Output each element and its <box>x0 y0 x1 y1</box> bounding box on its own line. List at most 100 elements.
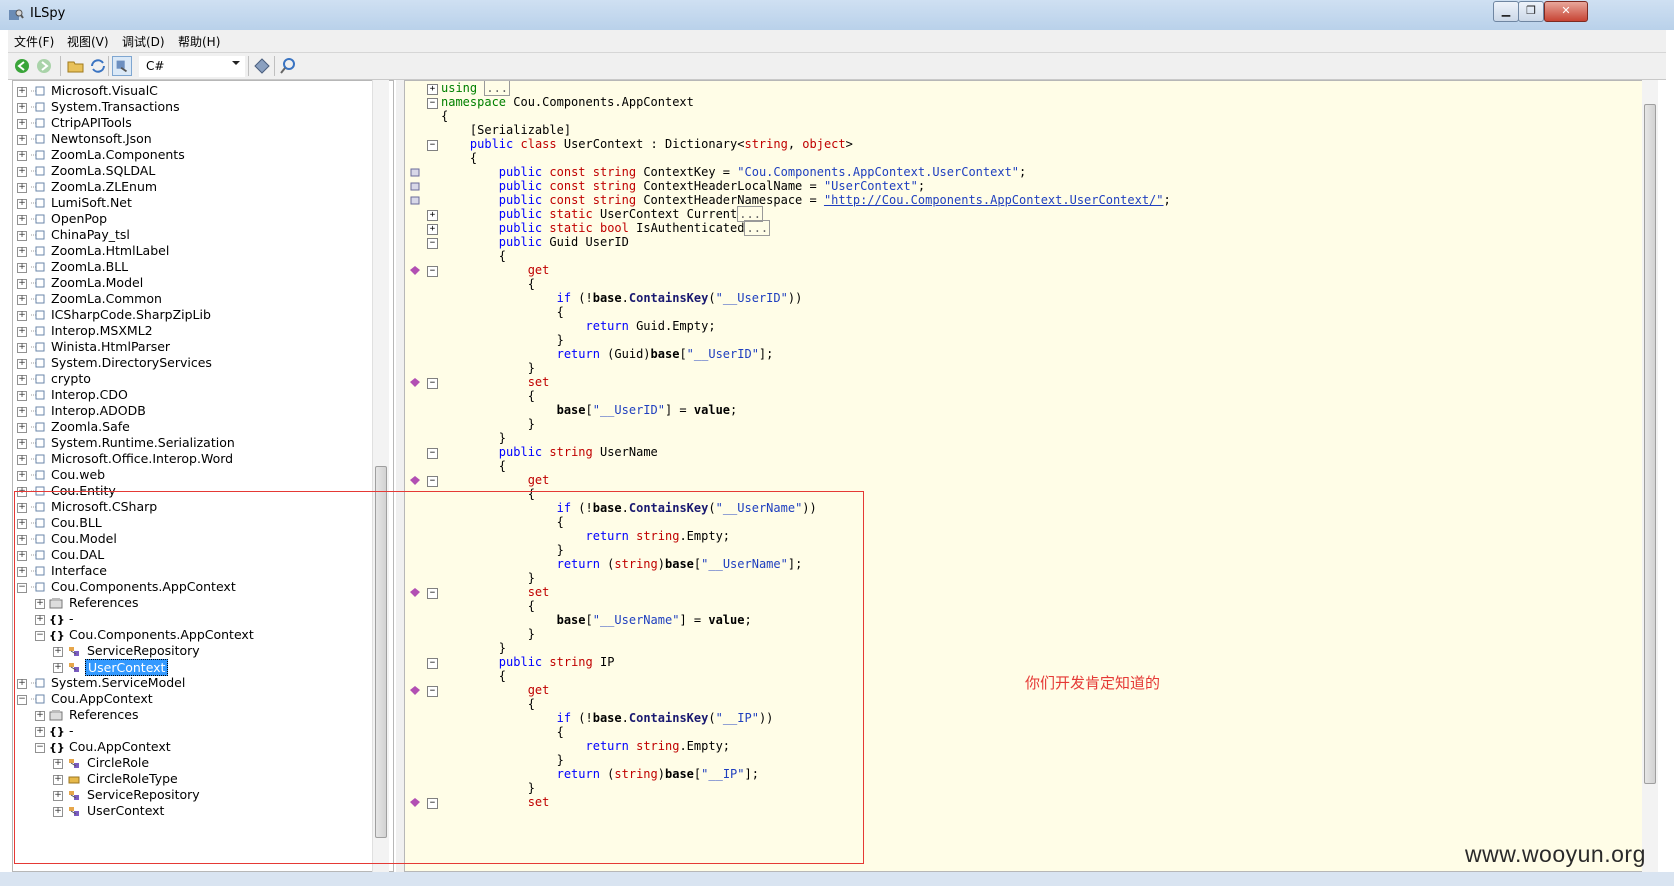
code-view[interactable]: + − − + + − − − − − − − − − using ... na… <box>404 80 1658 872</box>
tree-item[interactable]: + Interop.ADODB <box>13 403 383 420</box>
collapse-icon[interactable]: − <box>35 743 45 753</box>
tree-scrollbar[interactable] <box>372 80 389 872</box>
tree-item[interactable]: −{} Cou.AppContext <box>13 739 383 756</box>
expand-icon[interactable]: + <box>53 663 63 673</box>
back-icon[interactable] <box>12 56 32 76</box>
tree-item[interactable]: + ChinaPay_tsl <box>13 227 383 244</box>
expand-icon[interactable]: + <box>53 791 63 801</box>
expand-icon[interactable]: + <box>17 199 27 209</box>
tree-item[interactable]: + System.Runtime.Serialization <box>13 435 383 452</box>
tree-item[interactable]: + CtripAPITools <box>13 115 383 132</box>
collapse-icon[interactable]: − <box>427 140 438 151</box>
collapse-icon[interactable]: − <box>427 798 438 809</box>
scrollbar-thumb[interactable] <box>1644 104 1656 784</box>
tree-item[interactable]: + ZoomLa.Model <box>13 275 383 292</box>
tree-item[interactable]: + LumiSoft.Net <box>13 195 383 212</box>
tree-item[interactable]: + References <box>13 595 383 612</box>
expand-icon[interactable]: + <box>17 439 27 449</box>
collapse-icon[interactable]: − <box>427 686 438 697</box>
tree-item[interactable]: − Cou.Components.AppContext <box>13 579 383 596</box>
expand-icon[interactable]: + <box>17 103 27 113</box>
expand-icon[interactable]: + <box>17 279 27 289</box>
expand-icon[interactable]: + <box>17 679 27 689</box>
menu-file[interactable]: 文件(F) <box>14 33 54 50</box>
collapse-icon[interactable]: − <box>427 98 438 109</box>
tree-item[interactable]: + {} - <box>13 611 383 628</box>
tree-item[interactable]: + Cou.Model <box>13 531 383 548</box>
expand-icon[interactable]: + <box>17 455 27 465</box>
show-internal-icon[interactable] <box>112 56 132 76</box>
tree-item[interactable]: + Cou.DAL <box>13 547 383 564</box>
tree-item[interactable]: + OpenPop <box>13 211 383 228</box>
expand-icon[interactable]: + <box>17 503 27 513</box>
expand-icon[interactable]: + <box>17 231 27 241</box>
expand-icon[interactable]: + <box>17 359 27 369</box>
expand-icon[interactable]: + <box>17 87 27 97</box>
expand-icon[interactable]: + <box>35 727 45 737</box>
collapse-icon[interactable]: − <box>427 476 438 487</box>
tree-item[interactable]: + Interop.MSXML2 <box>13 323 383 340</box>
expand-icon[interactable]: + <box>17 311 27 321</box>
tree-item[interactable]: + Interop.CDO <box>13 387 383 404</box>
tree-item[interactable]: + Winista.HtmlParser <box>13 339 383 356</box>
menu-help[interactable]: 帮助(H) <box>178 33 220 50</box>
tree-item[interactable]: + ZoomLa.HtmlLabel <box>13 243 383 260</box>
assembly-tree[interactable]: + Microsoft.VisualC + System.Transactions … <box>12 80 394 872</box>
tree-item-selected[interactable]: + UserContext <box>13 659 383 676</box>
reload-icon[interactable] <box>88 56 108 76</box>
tree-item[interactable]: + ServiceRepository <box>13 787 383 804</box>
tree-item[interactable]: −{} Cou.Components.AppContext <box>13 627 383 644</box>
expand-icon[interactable]: + <box>53 647 63 657</box>
manage-assemblies-icon[interactable] <box>252 56 272 76</box>
tree-item[interactable]: + System.DirectoryServices <box>13 355 383 372</box>
tree-item[interactable]: + ZoomLa.SQLDAL <box>13 163 383 180</box>
expand-icon[interactable]: + <box>35 711 45 721</box>
menu-debug[interactable]: 调试(D) <box>122 33 165 50</box>
expand-icon[interactable]: + <box>17 151 27 161</box>
tree-item[interactable]: + UserContext <box>13 803 383 820</box>
search-icon[interactable] <box>278 56 298 76</box>
collapse-icon[interactable]: − <box>17 695 27 705</box>
expand-icon[interactable]: + <box>17 391 27 401</box>
tree-item[interactable]: + CircleRoleType <box>13 771 383 788</box>
expand-icon[interactable]: + <box>17 327 27 337</box>
tree-item[interactable]: − Cou.AppContext <box>13 691 383 708</box>
tree-item[interactable]: + ICSharpCode.SharpZipLib <box>13 307 383 324</box>
collapsed-region[interactable]: ... <box>744 220 771 236</box>
expand-icon[interactable]: + <box>17 375 27 385</box>
collapse-icon[interactable]: − <box>427 448 438 459</box>
expand-icon[interactable]: + <box>427 84 438 95</box>
tree-item[interactable]: + Newtonsoft.Json <box>13 131 383 148</box>
tree-item[interactable]: + ZoomLa.Common <box>13 291 383 308</box>
tree-item[interactable]: + ServiceRepository <box>13 643 383 660</box>
scrollbar-thumb[interactable] <box>375 466 387 838</box>
menu-view[interactable]: 视图(V) <box>67 33 109 50</box>
forward-icon[interactable] <box>34 56 54 76</box>
tree-item[interactable]: + Microsoft.CSharp <box>13 499 383 516</box>
expand-icon[interactable]: + <box>427 224 438 235</box>
expand-icon[interactable]: + <box>17 423 27 433</box>
expand-icon[interactable]: + <box>53 759 63 769</box>
tree-item[interactable]: + References <box>13 707 383 724</box>
collapse-icon[interactable]: − <box>427 378 438 389</box>
expand-icon[interactable]: + <box>17 135 27 145</box>
code-scrollbar[interactable] <box>1642 80 1658 872</box>
url-link[interactable]: "http://Cou.Components.AppContext.UserCo… <box>824 193 1164 207</box>
expand-icon[interactable]: + <box>17 183 27 193</box>
expand-icon[interactable]: + <box>17 215 27 225</box>
expand-icon[interactable]: + <box>427 210 438 221</box>
tree-item[interactable]: + crypto <box>13 371 383 388</box>
tree-item[interactable]: + ZoomLa.BLL <box>13 259 383 276</box>
collapse-icon[interactable]: − <box>427 658 438 669</box>
expand-icon[interactable]: + <box>17 247 27 257</box>
expand-icon[interactable]: + <box>35 615 45 625</box>
collapse-icon[interactable]: − <box>427 238 438 249</box>
maximize-button[interactable]: ❐ <box>1518 1 1544 22</box>
expand-icon[interactable]: + <box>17 295 27 305</box>
tree-item[interactable]: + CircleRole <box>13 755 383 772</box>
open-icon[interactable] <box>66 56 86 76</box>
collapse-icon[interactable]: − <box>427 588 438 599</box>
collapse-icon[interactable]: − <box>427 266 438 277</box>
pane-splitter[interactable] <box>396 80 404 872</box>
expand-icon[interactable]: + <box>17 263 27 273</box>
